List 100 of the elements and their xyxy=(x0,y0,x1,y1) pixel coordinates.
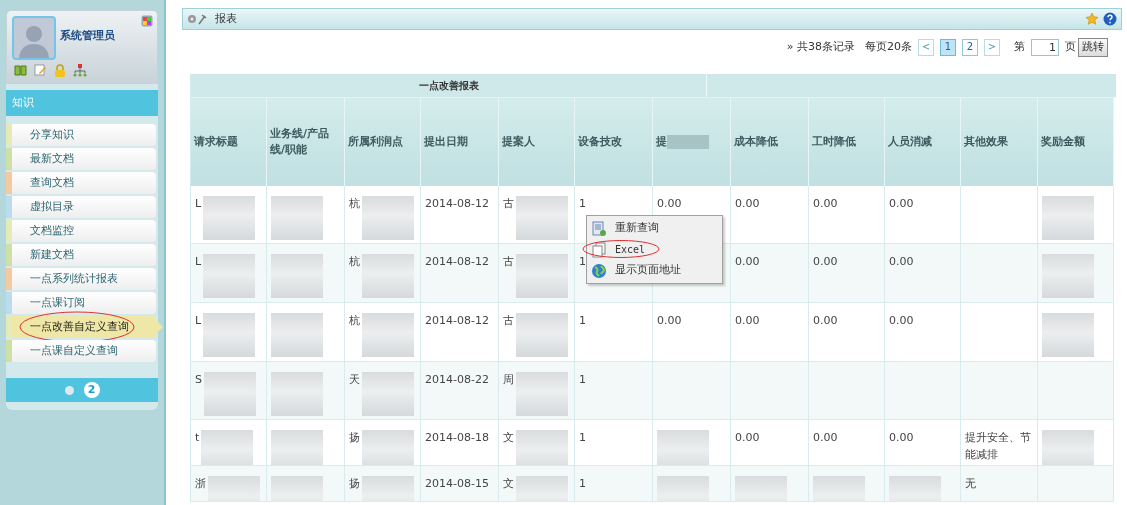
redacted-block xyxy=(271,196,323,240)
redacted-block xyxy=(362,372,414,416)
redacted-block xyxy=(362,430,414,465)
table-cell: 1 xyxy=(575,466,653,502)
cell-text: 古 xyxy=(503,313,514,329)
redacted-block xyxy=(516,372,568,416)
tools-icon xyxy=(187,13,209,25)
sidebar-item[interactable]: 新建文档 xyxy=(6,244,156,266)
redacted-block xyxy=(362,196,414,240)
cell-text: 杭 xyxy=(349,254,360,270)
table-cell: 0.00 xyxy=(731,244,809,303)
table-cell: 提升安全、节能减排 xyxy=(961,420,1038,466)
redacted-block xyxy=(271,430,323,465)
page-button[interactable]: 1 xyxy=(940,38,956,56)
cell-text: S xyxy=(195,372,202,388)
table-cell: 0.00 xyxy=(885,420,961,466)
cell-text: 扬 xyxy=(349,430,360,446)
table-cell: 2014-08-12 xyxy=(421,186,499,244)
redacted-block xyxy=(201,430,254,465)
table-cell: 0.00 xyxy=(885,186,961,244)
sidebar-item[interactable]: 一点系列统计报表 xyxy=(6,268,156,290)
page-size: 每页20条 xyxy=(865,38,912,55)
column-header: 设备技改 xyxy=(575,98,653,186)
table-cell: 1 xyxy=(575,362,653,420)
table-cell: 1 xyxy=(575,420,653,466)
cell-text: L xyxy=(195,196,202,212)
record-count: » 共38条记录 xyxy=(786,38,855,55)
cell-text: 周 xyxy=(503,372,514,388)
jump-button[interactable]: 跳转 xyxy=(1078,37,1108,57)
cell-text: 文 xyxy=(503,476,514,492)
goto-suffix: 页 xyxy=(1065,38,1076,55)
redacted-block xyxy=(204,372,256,416)
table-title: 一点改善报表 xyxy=(191,74,707,97)
cell-text: L xyxy=(195,313,202,329)
cell-text: 文 xyxy=(503,430,514,446)
column-header: 成本降低 xyxy=(731,98,809,186)
star-icon[interactable] xyxy=(1085,12,1099,26)
table-cell: 2014-08-22 xyxy=(421,362,499,420)
cell-text: 古 xyxy=(503,196,514,212)
book-icon[interactable] xyxy=(14,64,27,76)
column-header: 业务线/产品线/职能 xyxy=(267,98,345,186)
table-cell: 0.00 xyxy=(885,244,961,303)
sidebar-item[interactable]: 分享知识 xyxy=(6,124,156,146)
column-header: 奖励金额 xyxy=(1038,98,1114,186)
cell-text: 扬 xyxy=(349,476,360,492)
table-cell: 2014-08-12 xyxy=(421,244,499,303)
redacted-block xyxy=(516,313,568,357)
globe-icon xyxy=(591,262,607,279)
cell-text: t xyxy=(195,430,200,446)
table-cell: 0.00 xyxy=(731,420,809,466)
redacted-block xyxy=(362,313,414,357)
table-cell: 无 xyxy=(961,466,1038,502)
cell-text: 古 xyxy=(503,254,514,270)
sidebar-item[interactable]: 查询文档 xyxy=(6,172,156,194)
cell-text: 杭 xyxy=(349,313,360,329)
table-cell: 2014-08-12 xyxy=(421,303,499,362)
pointer-icon xyxy=(156,320,163,334)
table-cell: 0.00 xyxy=(809,186,885,244)
sidebar-item[interactable]: 文档监控 xyxy=(6,220,156,242)
help-icon[interactable] xyxy=(1103,12,1117,26)
table-cell: 0.00 xyxy=(731,303,809,362)
sidebar-item[interactable]: 一点课自定义查询 xyxy=(6,340,156,362)
table-cell: 0.00 xyxy=(653,303,731,362)
sidebar-item[interactable]: 一点课订阅 xyxy=(6,292,156,314)
table-cell: 0.00 xyxy=(809,244,885,303)
sidebar-item[interactable]: 最新文档 xyxy=(6,148,156,170)
redacted-block xyxy=(1042,196,1094,240)
column-header: 工时降低 xyxy=(809,98,885,186)
goto-label: 第 xyxy=(1014,38,1025,55)
palette-icon[interactable] xyxy=(141,15,153,27)
sidebar-item[interactable]: 虚拟目录 xyxy=(6,196,156,218)
user-name: 系统管理员 xyxy=(60,28,115,44)
redacted-block xyxy=(271,313,323,357)
redacted-block xyxy=(516,196,568,240)
redacted-block xyxy=(271,254,323,298)
page-title: 报表 xyxy=(215,10,237,27)
column-header: 请求标题 xyxy=(191,98,267,186)
redacted-block xyxy=(657,430,709,465)
cell-text: 杭 xyxy=(349,196,360,212)
page-number-field[interactable]: 1 xyxy=(1031,38,1059,56)
redacted-block xyxy=(1042,430,1094,465)
redacted-block xyxy=(667,135,709,149)
column-header: 提 xyxy=(653,98,731,186)
table-cell: 0.00 xyxy=(809,420,885,466)
cell-text: 浙 xyxy=(195,476,206,492)
column-header: 人员消减 xyxy=(885,98,961,186)
table-cell: 0.00 xyxy=(809,303,885,362)
redacted-block xyxy=(516,430,568,465)
column-header: 所属利润点 xyxy=(345,98,421,186)
redacted-block xyxy=(203,254,256,298)
document-icon xyxy=(591,220,607,237)
table-cell: 0.00 xyxy=(885,303,961,362)
network-icon[interactable] xyxy=(73,64,87,77)
redacted-block xyxy=(203,196,256,240)
redacted-block xyxy=(1042,313,1094,357)
page-button[interactable]: 2 xyxy=(962,38,978,56)
table-cell: 2014-08-18 xyxy=(421,420,499,466)
column-header: 其他效果 xyxy=(961,98,1038,186)
notepad-icon[interactable] xyxy=(34,64,47,76)
lock-icon[interactable] xyxy=(54,64,66,77)
